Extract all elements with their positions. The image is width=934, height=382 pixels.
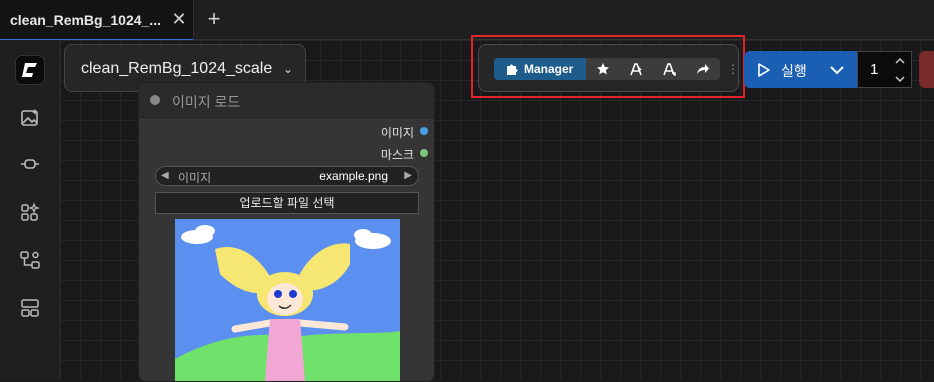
node-collapse-dot[interactable] bbox=[150, 95, 160, 105]
models-icon[interactable] bbox=[19, 201, 41, 223]
load-image-node[interactable]: 이미지 로드 이미지 마스크 ◀ 이미지 example.png ▶ 업로드할 … bbox=[138, 82, 435, 382]
play-icon bbox=[758, 63, 770, 77]
batch-count-input[interactable]: 1 bbox=[857, 51, 912, 88]
output-label-image: 이미지 bbox=[380, 126, 414, 140]
workflow-icon[interactable] bbox=[19, 249, 41, 271]
tab-workflow[interactable]: clean_RemBg_1024_... ✕ bbox=[0, 0, 194, 41]
tab-bar: clean_RemBg_1024_... ✕ + bbox=[0, 0, 934, 41]
combo-value: example.png bbox=[319, 169, 388, 183]
run-button[interactable]: 실행 bbox=[744, 51, 857, 88]
combo-name: 이미지 bbox=[178, 171, 212, 185]
arrow-right-icon[interactable]: ▶ bbox=[404, 170, 412, 181]
upload-button[interactable]: 업로드할 파일 선택 bbox=[155, 192, 419, 214]
image-preview bbox=[175, 219, 400, 381]
chevron-down-icon[interactable] bbox=[894, 73, 906, 85]
image-combo-widget[interactable]: ◀ 이미지 example.png ▶ bbox=[155, 166, 419, 186]
run-label: 실행 bbox=[781, 63, 807, 79]
logo-icon[interactable] bbox=[15, 55, 45, 85]
templates-icon[interactable] bbox=[19, 297, 41, 319]
highlight-frame bbox=[471, 35, 745, 98]
output-slot-image[interactable] bbox=[420, 127, 428, 135]
image-sparkle-icon[interactable] bbox=[19, 107, 41, 129]
output-label-mask: 마스크 bbox=[380, 148, 414, 162]
sidebar bbox=[0, 40, 60, 379]
stop-button[interactable] bbox=[919, 51, 934, 88]
batch-count-value: 1 bbox=[870, 61, 879, 78]
plus-icon[interactable]: + bbox=[203, 8, 225, 30]
node-library-icon[interactable] bbox=[19, 153, 41, 175]
arrow-left-icon[interactable]: ◀ bbox=[161, 170, 169, 181]
workflow-name: clean_RemBg_1024_scale bbox=[81, 60, 273, 77]
node-header[interactable]: 이미지 로드 bbox=[139, 83, 434, 118]
tab-label: clean_RemBg_1024_... bbox=[10, 12, 161, 28]
chevron-down-icon: ⌄ bbox=[282, 62, 293, 76]
node-title: 이미지 로드 bbox=[172, 94, 241, 110]
chevron-down-icon[interactable] bbox=[829, 62, 845, 78]
output-slot-mask[interactable] bbox=[420, 149, 428, 157]
chevron-up-icon[interactable] bbox=[894, 55, 906, 67]
close-icon[interactable]: ✕ bbox=[170, 9, 188, 29]
